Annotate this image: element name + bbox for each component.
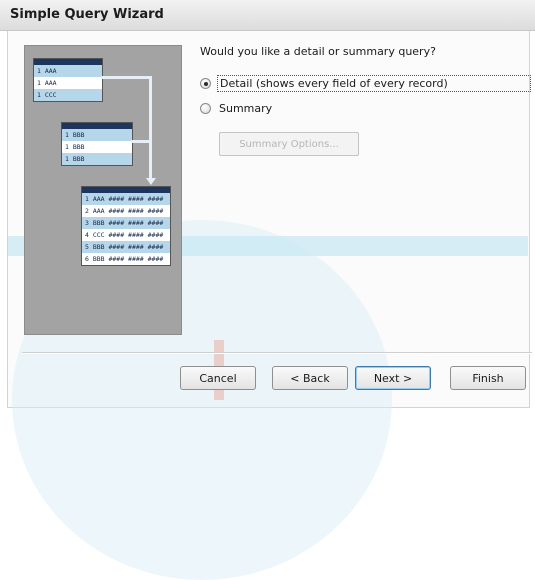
table-row: 4 CCC #### #### #### [85,231,164,239]
button-separator [22,352,532,354]
cancel-button[interactable]: Cancel [180,366,256,390]
table-row: 1 BBB [65,143,85,151]
table-row: 1 AAA [34,65,102,77]
result-table: 1 AAA #### #### #### 2 AAA #### #### ###… [81,186,171,266]
title-bar: Simple Query Wizard [0,0,535,31]
table-row: 6 BBB #### #### #### [85,255,164,263]
back-button[interactable]: < Back [272,366,348,390]
finish-button[interactable]: Finish [450,366,526,390]
query-type-question: Would you like a detail or summary query… [200,45,436,58]
connector-line [131,140,151,143]
detail-option-label[interactable]: Detail (shows every field of every recor… [217,74,531,92]
source-table-a: 1 AAA 1 AAA 1 CCC [33,58,103,102]
arrow-down-icon [146,178,156,185]
source-table-b: 1 BBB 1 BBB 1 BBB [61,122,133,166]
next-button[interactable]: Next > [355,366,431,390]
query-illustration: 1 AAA 1 AAA 1 CCC 1 BBB 1 BBB 1 BBB 1 AA… [24,45,182,335]
detail-option[interactable]: Detail (shows every field of every recor… [200,74,531,92]
table-row: 5 BBB #### #### #### [82,241,170,253]
table-row: 1 AAA [37,79,57,87]
summary-option[interactable]: Summary [200,99,274,117]
summary-options-button[interactable]: Summary Options... [219,132,359,156]
table-row: 2 AAA #### #### #### [85,207,164,215]
summary-option-label[interactable]: Summary [217,101,274,116]
table-row: 1 CCC [34,89,102,101]
table-row: 1 BBB [62,129,132,141]
table-row: 3 BBB #### #### #### [82,217,170,229]
table-row: 1 AAA #### #### #### [82,193,170,205]
window-title: Simple Query Wizard [10,7,164,22]
summary-radio[interactable] [200,102,211,114]
detail-radio[interactable] [200,77,211,89]
connector-line [101,76,151,79]
connector-line [149,76,152,178]
table-row: 1 BBB [62,153,132,165]
